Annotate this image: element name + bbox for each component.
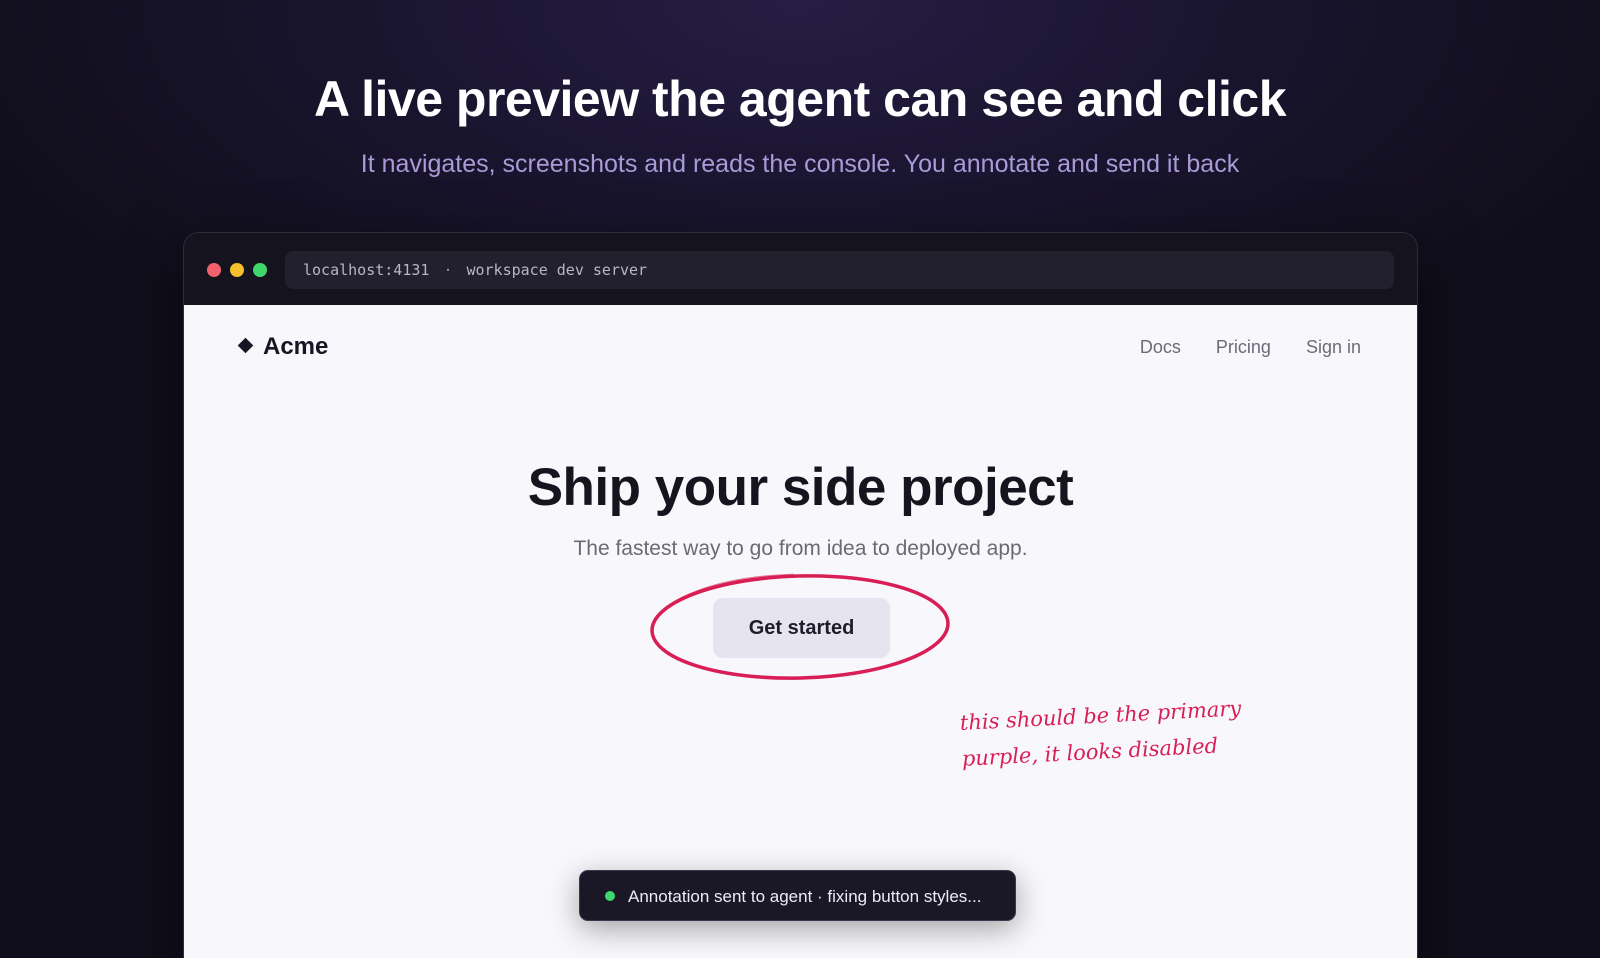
nav-docs[interactable]: Docs bbox=[1140, 337, 1181, 357]
server-label: workspace dev server bbox=[466, 261, 648, 279]
browser-titlebar: localhost:4131 · workspace dev server bbox=[184, 233, 1417, 305]
toast-message: Annotation sent to agent · fixing button… bbox=[628, 887, 982, 906]
browser-window: localhost:4131 · workspace dev server Acme… bbox=[183, 232, 1418, 958]
diamond-icon bbox=[237, 337, 254, 354]
maximize-window-dot[interactable] bbox=[253, 263, 267, 277]
address-bar[interactable]: localhost:4131 · workspace dev server bbox=[285, 251, 1394, 289]
nav-sign-in[interactable]: Sign in bbox=[1306, 337, 1361, 357]
status-toast: Annotation sent to agent · fixing button… bbox=[579, 870, 1016, 921]
page-heading: Ship your side project bbox=[527, 458, 1074, 517]
preview-viewport: Acme Docs Pricing Sign in Ship your side… bbox=[184, 305, 1417, 958]
page-tagline: The fastest way to go from idea to deplo… bbox=[573, 537, 1028, 560]
site-logo[interactable]: Acme bbox=[237, 333, 329, 361]
hero-subtitle: It navigates, screenshots and reads the … bbox=[360, 150, 1240, 178]
close-window-dot[interactable] bbox=[207, 263, 221, 277]
minimize-window-dot[interactable] bbox=[230, 263, 244, 277]
hero-title: A live preview the agent can see and cli… bbox=[313, 71, 1287, 127]
nav-pricing[interactable]: Pricing bbox=[1216, 337, 1271, 357]
logo-text: Acme bbox=[263, 333, 329, 360]
address-url: localhost:4131 bbox=[303, 261, 430, 279]
annotation-note: this should be the primary purple, it lo… bbox=[959, 688, 1282, 777]
status-dot-icon bbox=[605, 891, 615, 901]
site-nav: Docs Pricing Sign in bbox=[1110, 337, 1361, 358]
address-separator: · bbox=[443, 261, 453, 279]
get-started-button[interactable]: Get started bbox=[713, 598, 890, 658]
